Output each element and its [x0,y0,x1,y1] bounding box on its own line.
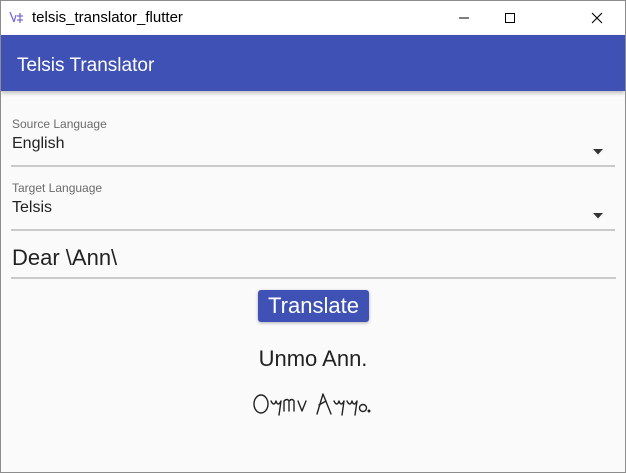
app-bar: Telsis Translator [1,35,625,91]
dropdown-arrow-icon[interactable] [593,204,603,219]
transliteration-result: Unmo Ann. [258,346,368,371]
maximize-icon[interactable] [487,1,533,35]
window-titlebar[interactable]: telsis_translator_flutter [1,1,625,35]
close-icon[interactable] [574,1,620,35]
source-text-input[interactable] [11,239,616,279]
source-language-dropdown[interactable]: Source Language English [11,115,615,167]
target-language-label: Target Language [12,181,103,195]
flutter-app-icon [8,10,24,26]
target-language-dropdown[interactable]: Target Language Telsis [11,179,615,231]
telsis-script-output [249,389,379,423]
source-language-value: English [12,135,65,152]
app-bar-title: Telsis Translator [17,55,155,76]
window-title: telsis_translator_flutter [32,9,183,26]
target-language-value: Telsis [12,199,53,216]
dropdown-arrow-icon[interactable] [593,140,603,155]
app-window: telsis_translator_flutter Telsis Transla… [0,0,626,473]
minimize-icon[interactable] [441,1,487,35]
source-language-label: Source Language [12,117,107,131]
translate-button[interactable]: Translate [258,290,369,322]
